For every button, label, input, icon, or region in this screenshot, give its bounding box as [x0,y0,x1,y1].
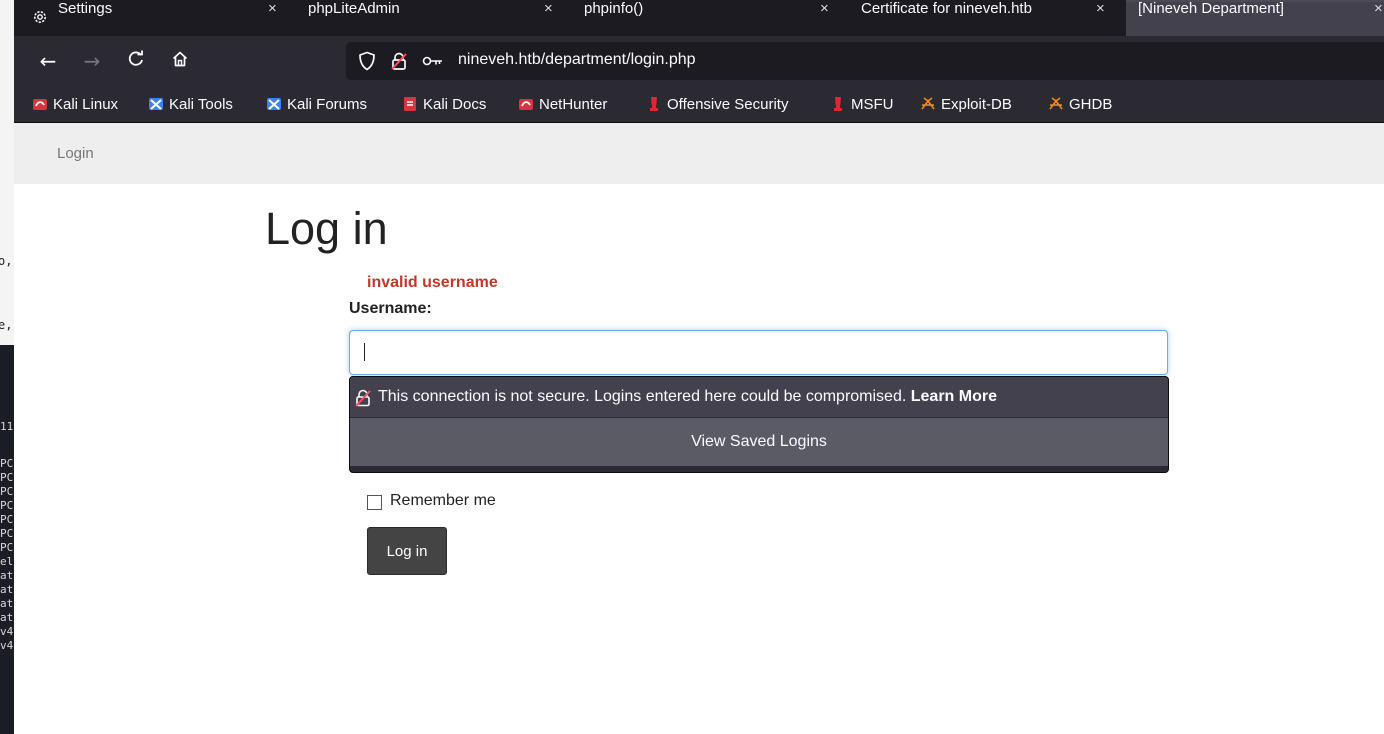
bookmark-label: Kali Linux [53,95,119,113]
site-navbar: Login [14,123,1384,184]
bookmark-label: Exploit-DB [941,95,1012,113]
terminal-line: el [0,555,14,568]
terminal-line: PC [0,499,14,512]
back-arrow-icon: ← [39,49,57,73]
login-button[interactable]: Log in [367,527,447,575]
terminal-line: PC [0,513,14,526]
error-message: invalid username [367,274,498,291]
insecure-warning-text: This connection is not secure. Logins en… [378,388,997,406]
terminal-line: PC [0,457,14,470]
insecure-lock-icon [354,389,372,412]
navigation-toolbar: ← → nineveh.htb/department/login.php [14,36,1384,86]
msfu-icon [830,96,846,112]
tab-nineveh-department[interactable]: [Nineveh Department] × [1126,0,1384,36]
bookmark-kali-tools[interactable]: Kali Tools [148,94,233,114]
home-icon [171,49,189,73]
tab-phpliteadmin[interactable]: phpLiteAdmin × [290,0,566,36]
terminal-line: PC [0,527,14,540]
warning-message: This connection is not secure. Logins en… [378,388,911,405]
insecure-login-popup: This connection is not secure. Logins en… [349,376,1169,473]
username-label: Username: [349,300,432,317]
exploit-db-icon [920,96,936,112]
gear-icon [32,9,48,29]
address-bar[interactable]: nineveh.htb/department/login.php [346,42,1384,80]
kali-docs-icon [402,96,418,112]
learn-more-link[interactable]: Learn More [911,388,997,405]
kali-tools-icon [148,96,164,112]
back-button[interactable]: ← [34,47,62,75]
bookmark-kali-linux[interactable]: Kali Linux [32,94,118,114]
remember-me-row: Remember me [367,491,496,510]
key-icon[interactable] [422,50,444,72]
background-terminal-window: o, e, 11 PC PC PC PC PC PC PC el at at a… [0,0,14,734]
forward-button[interactable]: → [78,47,106,75]
offsec-icon [646,96,662,112]
bookmark-label: Kali Docs [423,95,487,113]
tab-phpinfo[interactable]: phpinfo() × [566,0,842,36]
bookmark-msfu[interactable]: MSFU [830,94,894,114]
close-tab-icon[interactable]: × [544,0,553,17]
terminal-line: at [0,569,14,582]
tab-label: Certificate for nineveh.htb [861,0,1032,17]
bookmark-kali-docs[interactable]: Kali Docs [402,94,486,114]
tab-label: phpinfo() [584,0,644,17]
username-input[interactable] [349,330,1168,375]
tab-strip: Settings × phpLiteAdmin × phpinfo() × Ce… [14,0,1384,36]
tab-certificate[interactable]: Certificate for nineveh.htb × [842,0,1118,36]
kali-icon [32,96,48,112]
bookmark-offensive-security[interactable]: Offensive Security [646,94,788,114]
home-button[interactable] [166,47,194,75]
close-tab-icon[interactable]: × [820,0,829,17]
tab-label: [Nineveh Department] [1138,0,1284,17]
tab-settings[interactable]: Settings × [14,0,290,36]
bookmark-label: NetHunter [539,95,608,113]
browser-window: Settings × phpLiteAdmin × phpinfo() × Ce… [14,0,1384,734]
terminal-line: PC [0,541,14,554]
terminal-panel: 11 PC PC PC PC PC PC PC el at at at at v… [0,345,14,734]
terminal-line: 11 [0,420,14,433]
bookmark-label: GHDB [1069,95,1113,113]
remember-me-checkbox[interactable] [367,495,382,510]
url-text: nineveh.htb/department/login.php [458,51,696,68]
terminal-line: at [0,597,14,610]
close-tab-icon[interactable]: × [268,0,277,17]
remember-me-label: Remember me [390,491,496,509]
bookmark-kali-forums[interactable]: Kali Forums [266,94,367,114]
terminal-line: at [0,611,14,624]
bookmark-label: Kali Tools [169,95,233,113]
bookmarks-toolbar: Kali Linux Kali Tools Kali Forums Kali D… [14,86,1384,123]
terminal-line: at [0,583,14,596]
background-text-fragment: e, [0,318,13,332]
reload-button[interactable] [122,47,150,75]
terminal-line: PC [0,485,14,498]
background-window-panel [0,0,14,345]
terminal-line: v4 [0,625,14,638]
terminal-line: v4 [0,639,14,652]
close-tab-icon[interactable]: × [1096,0,1105,17]
page-content: Login Log in invalid username Username: … [14,123,1384,734]
reload-icon [127,49,145,73]
close-tab-icon[interactable]: × [1374,0,1383,17]
insecure-lock-icon[interactable] [388,50,410,72]
terminal-line: PC [0,471,14,484]
tab-label: phpLiteAdmin [308,0,400,17]
bookmark-label: MSFU [851,95,894,113]
bookmark-exploit-db[interactable]: Exploit-DB [920,94,1012,114]
ghdb-icon [1048,96,1064,112]
tracking-shield-icon[interactable] [356,50,378,72]
bookmark-label: Offensive Security [667,95,789,113]
text-caret [364,343,365,361]
bookmark-nethunter[interactable]: NetHunter [518,94,607,114]
insecure-warning-row: This connection is not secure. Logins en… [350,377,1168,417]
background-text-fragment: o, [0,254,13,268]
bookmark-ghdb[interactable]: GHDB [1048,94,1112,114]
view-saved-logins-button[interactable]: View Saved Logins [350,417,1168,466]
kali-forums-icon [266,96,282,112]
page-title: Log in [265,203,388,254]
forward-arrow-icon: → [83,49,101,73]
nethunter-icon [518,96,534,112]
bookmark-label: Kali Forums [287,95,368,113]
nav-login-link[interactable]: Login [57,145,94,162]
tab-label: Settings [58,0,113,17]
